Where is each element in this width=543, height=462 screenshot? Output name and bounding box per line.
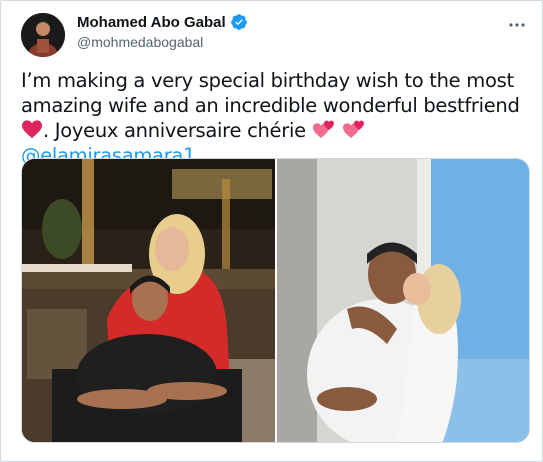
tweet-text: I’m making a very special birthday wish … (21, 68, 531, 168)
tweet-text-main: I’m making a very special birthday wish … (21, 69, 520, 117)
user-handle[interactable]: @mohmedabogabal (77, 34, 203, 50)
more-options-icon (509, 23, 525, 27)
avatar-image (21, 13, 65, 57)
tweet-card[interactable]: Mohamed Abo Gabal @mohmedabogabal I’m ma… (0, 0, 543, 462)
more-options-button[interactable] (506, 15, 528, 35)
two-hearts-icon (312, 120, 334, 138)
photo-couple-hug-balcony[interactable] (277, 159, 529, 442)
verified-badge-icon (230, 14, 247, 30)
tweet-text-french: . Joyeux anniversaire chérie (43, 119, 306, 142)
photo-couple-restaurant[interactable] (22, 159, 275, 442)
photo-right-image (277, 159, 529, 442)
two-hearts-icon (342, 120, 364, 138)
photo-left-image (22, 159, 275, 442)
display-name[interactable]: Mohamed Abo Gabal (77, 14, 226, 31)
media-grid (21, 158, 530, 443)
red-heart-icon (22, 120, 42, 139)
avatar[interactable] (21, 13, 65, 57)
